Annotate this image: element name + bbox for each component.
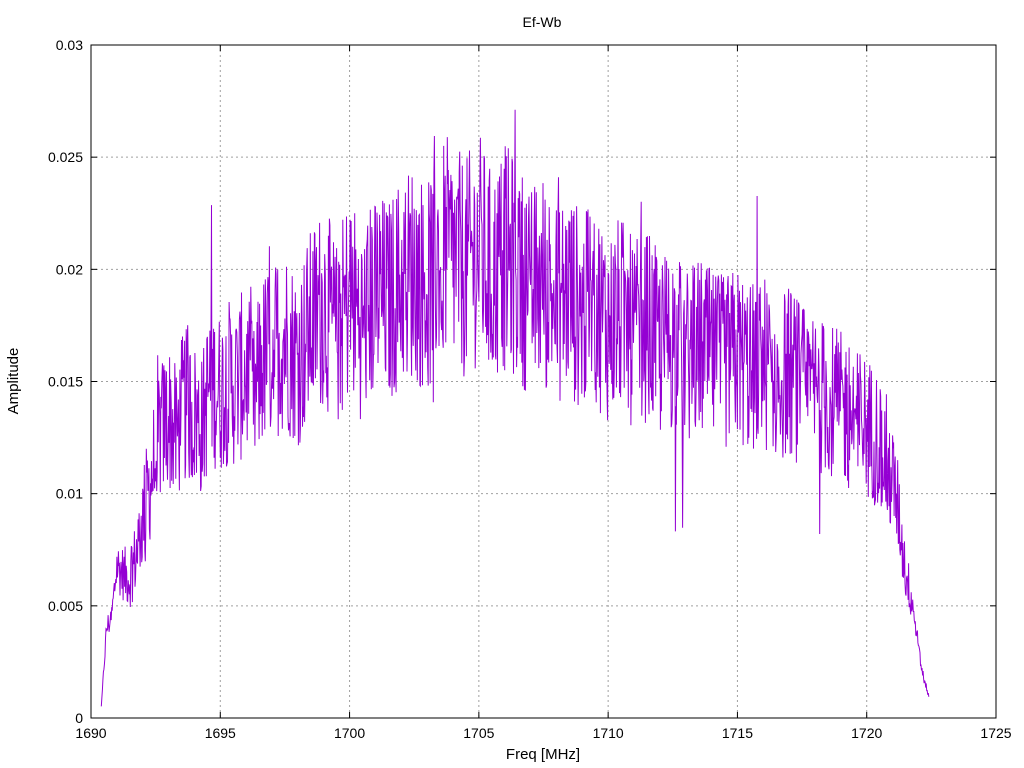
x-tick-label: 1690 xyxy=(75,725,106,741)
y-tick-label: 0.01 xyxy=(56,486,83,502)
x-axis-title: Freq [MHz] xyxy=(506,746,580,763)
y-tick-label: 0.03 xyxy=(56,37,83,53)
x-tick-label: 1705 xyxy=(463,725,494,741)
x-tick-label: 1725 xyxy=(980,725,1011,741)
x-tick-label: 1695 xyxy=(205,725,236,741)
y-axis-title: Amplitude xyxy=(5,348,22,415)
x-tick-label: 1720 xyxy=(851,725,882,741)
y-tick-label: 0.02 xyxy=(56,261,83,277)
x-tick-label: 1710 xyxy=(593,725,624,741)
line-chart: Ef-Wb Freq [MHz] Amplitude 1690 1695 1700 1… xyxy=(5,14,1012,763)
series-layer xyxy=(100,109,930,707)
y-tick-label: 0.025 xyxy=(48,149,83,165)
x-tick-label: 1700 xyxy=(334,725,365,741)
y-tick-label: 0.005 xyxy=(48,598,83,614)
x-tick-label: 1715 xyxy=(722,725,753,741)
series-line xyxy=(100,109,930,707)
y-tick-label: 0.015 xyxy=(48,374,83,390)
y-tick-label: 0 xyxy=(75,710,83,726)
chart-title: Ef-Wb xyxy=(523,14,562,30)
